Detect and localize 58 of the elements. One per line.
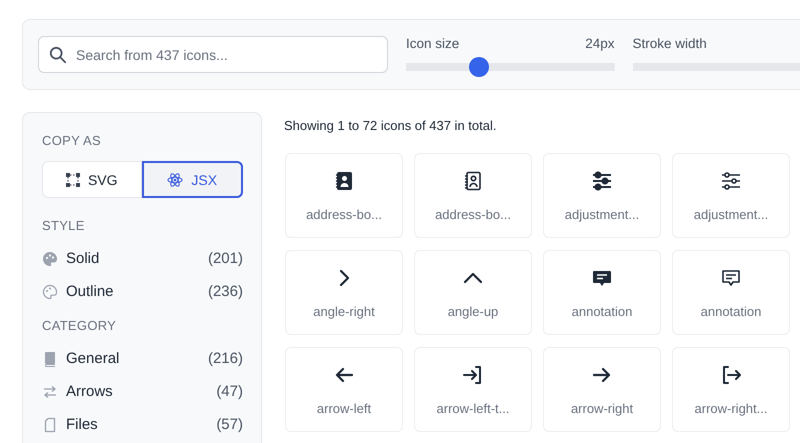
search-field[interactable]: Search from 437 icons...: [38, 36, 388, 73]
filter-item[interactable]: Outline (236): [42, 275, 243, 308]
swap-arrows-icon: [42, 384, 58, 400]
icon-name: angle-up: [448, 304, 498, 319]
atom-icon: [167, 172, 184, 188]
icon-name: address-bo...: [306, 207, 382, 222]
icon-name: arrow-left-t...: [436, 401, 510, 416]
icon-name: annotation: [572, 304, 632, 319]
palette-icon: [42, 284, 58, 300]
icon-name: arrow-left: [316, 401, 372, 416]
filter-item[interactable]: General (216): [42, 342, 243, 375]
filter-count: (57): [216, 416, 243, 433]
section-heading: COPY AS: [42, 133, 102, 148]
icon-card[interactable]: address-bo...: [285, 153, 403, 238]
icon-name: adjustment...: [564, 207, 640, 222]
vector-frame-icon: [66, 172, 80, 186]
filter-label: Outline: [66, 283, 115, 300]
slider-value: 24px: [585, 36, 614, 51]
format-toggle[interactable]: SVG: [42, 161, 142, 198]
slider-label: Icon size: [406, 36, 460, 51]
results-summary: Showing 1 to 72 icons of 437 in total.: [284, 118, 498, 133]
icon-name: angle-right: [313, 304, 375, 319]
palette-icon: [42, 250, 58, 266]
filter-count: (236): [208, 283, 243, 300]
filter-item[interactable]: Solid (201): [42, 242, 243, 275]
icon-card[interactable]: annotation: [672, 250, 790, 335]
section-heading: STYLE: [42, 218, 86, 233]
icon-name: annotation: [700, 304, 762, 319]
filter-count: (201): [208, 250, 243, 267]
filter-label: Files: [66, 416, 99, 433]
icon-name: adjustment...: [694, 207, 768, 222]
filter-item[interactable]: Arrows (47): [42, 375, 243, 408]
sliders-icon: [590, 169, 614, 193]
icon-card[interactable]: arrow-right...: [672, 347, 790, 432]
format-toggle[interactable]: JSX: [142, 161, 243, 198]
slider-thumb[interactable]: [468, 57, 489, 77]
icon-card[interactable]: arrow-right: [543, 347, 661, 432]
icon-card[interactable]: adjustment...: [672, 153, 790, 238]
icon-card[interactable]: angle-right: [285, 250, 403, 335]
icon-card[interactable]: annotation: [543, 250, 661, 335]
file-icon: [42, 416, 58, 432]
book-icon: [42, 350, 58, 366]
filter-label: Arrows: [66, 383, 114, 400]
section-heading: CATEGORY: [42, 318, 118, 333]
filter-label: Solid: [66, 250, 100, 267]
icon-name: arrow-right...: [694, 401, 768, 416]
icon-card[interactable]: address-bo...: [414, 153, 532, 238]
icon-card[interactable]: angle-up: [414, 250, 532, 335]
filter-item[interactable]: Files (57): [42, 408, 243, 441]
icon-card[interactable]: arrow-left: [285, 347, 403, 432]
filter-label: General: [66, 350, 120, 367]
icon-card[interactable]: arrow-left-t...: [414, 347, 532, 432]
filter-count: (216): [208, 350, 243, 367]
icon-name: arrow-right: [570, 401, 634, 416]
icon-card[interactable]: adjustment...: [543, 153, 661, 238]
slider-label: Stroke width: [632, 36, 707, 51]
icon-name: address-bo...: [435, 207, 511, 222]
filter-count: (47): [216, 383, 243, 400]
